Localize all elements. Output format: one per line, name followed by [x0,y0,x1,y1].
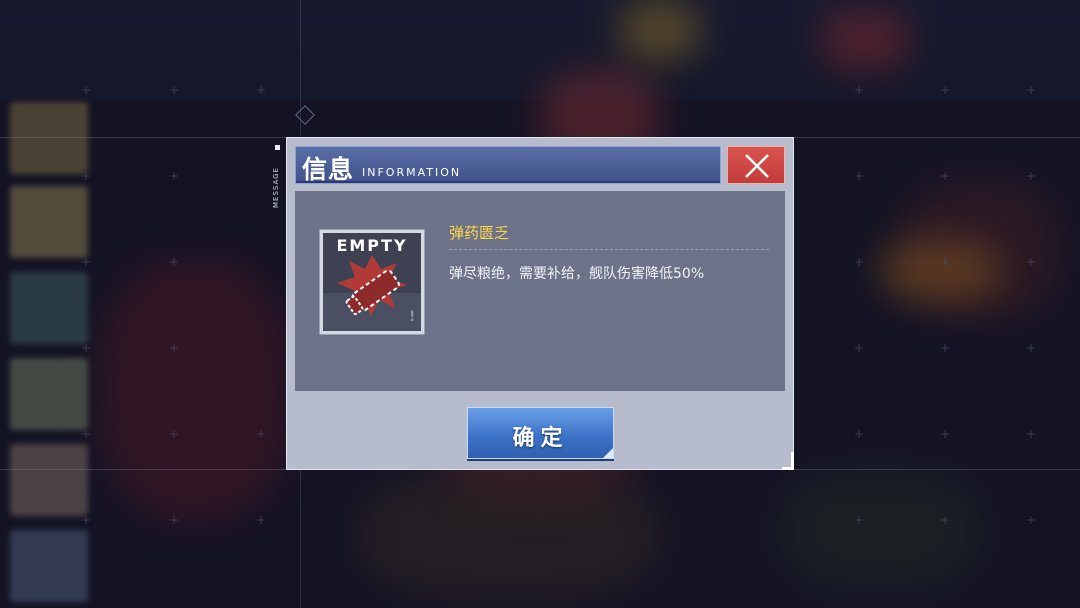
corner-decoration [782,452,794,470]
svg-text:!: ! [409,309,415,325]
item-description: 弹尽粮绝，需要补给，舰队伤害降低50% [449,266,705,282]
dialog-content: ! EMPTY 弹药匮乏 弹尽粮绝，需要补给，舰队伤害降低50% [295,191,785,391]
item-name: 弹药匮乏 [449,224,510,242]
item-icon-frame: ! EMPTY [319,229,425,335]
confirm-button-label: 确定 [512,425,569,451]
close-icon [745,154,769,178]
close-button[interactable] [727,146,785,184]
confirm-button[interactable]: 确定 [467,407,614,459]
empty-icon-label: EMPTY [336,236,408,255]
side-dot [275,145,280,150]
empty-ammo-icon: ! EMPTY [323,233,421,331]
divider [449,249,769,250]
side-label: MESSAGE [272,167,280,208]
dialog-title-bar: 信息 INFORMATION [295,146,721,184]
info-dialog: 信息 INFORMATION ! EMPTY 弹药匮乏 弹尽粮绝，需要补给，舰队… [286,137,794,470]
dialog-title: 信息 [302,155,355,184]
dialog-title-english: INFORMATION [362,166,462,179]
